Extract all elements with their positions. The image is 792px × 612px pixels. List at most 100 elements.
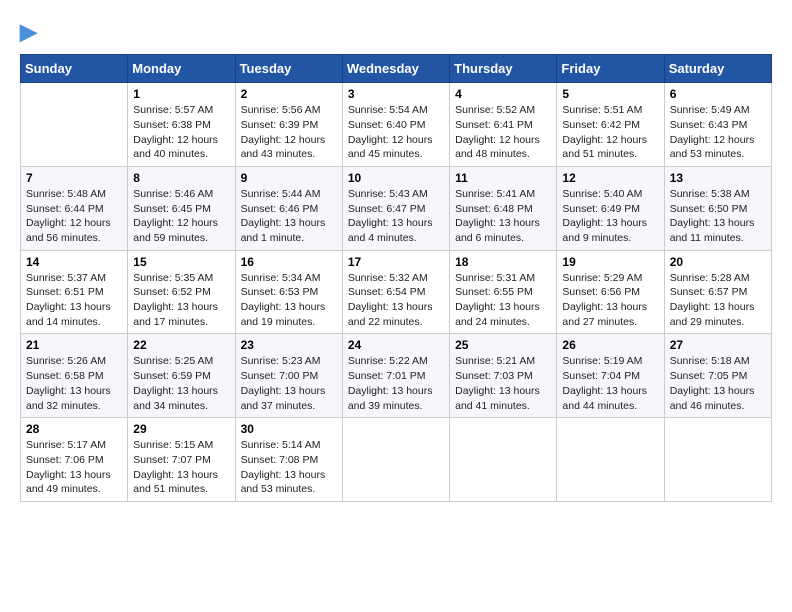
calendar-cell: 24Sunrise: 5:22 AMSunset: 7:01 PMDayligh…	[342, 334, 449, 418]
sun-info: Sunrise: 5:40 AMSunset: 6:49 PMDaylight:…	[562, 187, 658, 246]
cell-content: 1Sunrise: 5:57 AMSunset: 6:38 PMDaylight…	[133, 87, 229, 162]
cell-content: 10Sunrise: 5:43 AMSunset: 6:47 PMDayligh…	[348, 171, 444, 246]
day-number: 25	[455, 338, 551, 352]
calendar-cell: 29Sunrise: 5:15 AMSunset: 7:07 PMDayligh…	[128, 418, 235, 502]
calendar-cell: 3Sunrise: 5:54 AMSunset: 6:40 PMDaylight…	[342, 83, 449, 167]
day-number: 22	[133, 338, 229, 352]
day-number: 8	[133, 171, 229, 185]
calendar-body: 1Sunrise: 5:57 AMSunset: 6:38 PMDaylight…	[21, 83, 772, 502]
sun-info: Sunrise: 5:22 AMSunset: 7:01 PMDaylight:…	[348, 354, 444, 413]
calendar-cell: 8 Sunrise: 5:46 AMSunset: 6:45 PMDaylight…	[128, 166, 235, 250]
sun-info: Sunrise: 5:32 AMSunset: 6:54 PMDaylight:…	[348, 271, 444, 330]
day-number: 18	[455, 255, 551, 269]
day-number: 29	[133, 422, 229, 436]
calendar-cell: 30Sunrise: 5:14 AMSunset: 7:08 PMDayligh…	[235, 418, 342, 502]
day-number: 9	[241, 171, 337, 185]
cell-content: 17Sunrise: 5:32 AMSunset: 6:54 PMDayligh…	[348, 255, 444, 330]
column-header-monday: Monday	[128, 55, 235, 83]
day-number: 5	[562, 87, 658, 101]
calendar-cell: 20 Sunrise: 5:28 AMSunset: 6:57 PMDayligh…	[664, 250, 771, 334]
sun-info: Sunrise: 5:52 AMSunset: 6:41 PMDaylight:…	[455, 103, 551, 162]
cell-content: 22 Sunrise: 5:25 AMSunset: 6:59 PMDayligh…	[133, 338, 229, 413]
cell-content: 7 Sunrise: 5:48 AMSunset: 6:44 PMDaylight…	[26, 171, 122, 246]
logo-bird-icon: ▶	[20, 19, 37, 44]
calendar-week-3: 14Sunrise: 5:37 AMSunset: 6:51 PMDayligh…	[21, 250, 772, 334]
sun-info: Sunrise: 5:21 AMSunset: 7:03 PMDaylight:…	[455, 354, 551, 413]
calendar-cell	[21, 83, 128, 167]
calendar-cell	[342, 418, 449, 502]
calendar-week-1: 1Sunrise: 5:57 AMSunset: 6:38 PMDaylight…	[21, 83, 772, 167]
calendar-cell: 11 Sunrise: 5:41 AMSunset: 6:48 PMDayligh…	[450, 166, 557, 250]
cell-content: 16 Sunrise: 5:34 AMSunset: 6:53 PMDayligh…	[241, 255, 337, 330]
cell-content: 12 Sunrise: 5:40 AMSunset: 6:49 PMDayligh…	[562, 171, 658, 246]
calendar-cell: 23 Sunrise: 5:23 AMSunset: 7:00 PMDayligh…	[235, 334, 342, 418]
calendar-table: SundayMondayTuesdayWednesdayThursdayFrid…	[20, 54, 772, 502]
sun-info: Sunrise: 5:28 AMSunset: 6:57 PMDaylight:…	[670, 271, 766, 330]
sun-info: Sunrise: 5:48 AMSunset: 6:44 PMDaylight:…	[26, 187, 122, 246]
cell-content: 23 Sunrise: 5:23 AMSunset: 7:00 PMDayligh…	[241, 338, 337, 413]
column-header-thursday: Thursday	[450, 55, 557, 83]
day-number: 7	[26, 171, 122, 185]
day-number: 2	[241, 87, 337, 101]
cell-content: 21Sunrise: 5:26 AMSunset: 6:58 PMDayligh…	[26, 338, 122, 413]
day-number: 11	[455, 171, 551, 185]
day-number: 19	[562, 255, 658, 269]
cell-content: 29Sunrise: 5:15 AMSunset: 7:07 PMDayligh…	[133, 422, 229, 497]
calendar-cell: 5Sunrise: 5:51 AMSunset: 6:42 PMDaylight…	[557, 83, 664, 167]
sun-info: Sunrise: 5:29 AMSunset: 6:56 PMDaylight:…	[562, 271, 658, 330]
column-header-friday: Friday	[557, 55, 664, 83]
logo: ▶	[20, 20, 37, 44]
day-number: 20	[670, 255, 766, 269]
day-number: 10	[348, 171, 444, 185]
calendar-cell: 26 Sunrise: 5:19 AMSunset: 7:04 PMDayligh…	[557, 334, 664, 418]
calendar-cell	[557, 418, 664, 502]
calendar-cell: 15Sunrise: 5:35 AMSunset: 6:52 PMDayligh…	[128, 250, 235, 334]
sun-info: Sunrise: 5:38 AMSunset: 6:50 PMDaylight:…	[670, 187, 766, 246]
calendar-cell: 7 Sunrise: 5:48 AMSunset: 6:44 PMDaylight…	[21, 166, 128, 250]
sun-info: Sunrise: 5:54 AMSunset: 6:40 PMDaylight:…	[348, 103, 444, 162]
day-number: 28	[26, 422, 122, 436]
calendar-cell: 28 Sunrise: 5:17 AMSunset: 7:06 PMDayligh…	[21, 418, 128, 502]
day-number: 12	[562, 171, 658, 185]
sun-info: Sunrise: 5:44 AMSunset: 6:46 PMDaylight:…	[241, 187, 337, 246]
cell-content: 24Sunrise: 5:22 AMSunset: 7:01 PMDayligh…	[348, 338, 444, 413]
sun-info: Sunrise: 5:17 AMSunset: 7:06 PMDaylight:…	[26, 438, 122, 497]
calendar-cell: 14Sunrise: 5:37 AMSunset: 6:51 PMDayligh…	[21, 250, 128, 334]
cell-content: 27Sunrise: 5:18 AMSunset: 7:05 PMDayligh…	[670, 338, 766, 413]
calendar-cell: 17Sunrise: 5:32 AMSunset: 6:54 PMDayligh…	[342, 250, 449, 334]
calendar-cell: 12 Sunrise: 5:40 AMSunset: 6:49 PMDayligh…	[557, 166, 664, 250]
day-number: 23	[241, 338, 337, 352]
sun-info: Sunrise: 5:37 AMSunset: 6:51 PMDaylight:…	[26, 271, 122, 330]
cell-content: 18Sunrise: 5:31 AMSunset: 6:55 PMDayligh…	[455, 255, 551, 330]
cell-content: 8 Sunrise: 5:46 AMSunset: 6:45 PMDaylight…	[133, 171, 229, 246]
day-number: 1	[133, 87, 229, 101]
calendar-cell: 2 Sunrise: 5:56 AMSunset: 6:39 PMDaylight…	[235, 83, 342, 167]
calendar-cell: 1Sunrise: 5:57 AMSunset: 6:38 PMDaylight…	[128, 83, 235, 167]
sun-info: Sunrise: 5:34 AMSunset: 6:53 PMDaylight:…	[241, 271, 337, 330]
column-header-tuesday: Tuesday	[235, 55, 342, 83]
sun-info: Sunrise: 5:41 AMSunset: 6:48 PMDaylight:…	[455, 187, 551, 246]
sun-info: Sunrise: 5:18 AMSunset: 7:05 PMDaylight:…	[670, 354, 766, 413]
sun-info: Sunrise: 5:25 AMSunset: 6:59 PMDaylight:…	[133, 354, 229, 413]
calendar-cell: 18Sunrise: 5:31 AMSunset: 6:55 PMDayligh…	[450, 250, 557, 334]
cell-content: 25 Sunrise: 5:21 AMSunset: 7:03 PMDayligh…	[455, 338, 551, 413]
cell-content: 11 Sunrise: 5:41 AMSunset: 6:48 PMDayligh…	[455, 171, 551, 246]
calendar-cell: 4Sunrise: 5:52 AMSunset: 6:41 PMDaylight…	[450, 83, 557, 167]
day-number: 26	[562, 338, 658, 352]
day-number: 30	[241, 422, 337, 436]
sun-info: Sunrise: 5:19 AMSunset: 7:04 PMDaylight:…	[562, 354, 658, 413]
calendar-cell: 19 Sunrise: 5:29 AMSunset: 6:56 PMDayligh…	[557, 250, 664, 334]
cell-content: 5Sunrise: 5:51 AMSunset: 6:42 PMDaylight…	[562, 87, 658, 162]
calendar-cell: 21Sunrise: 5:26 AMSunset: 6:58 PMDayligh…	[21, 334, 128, 418]
day-number: 16	[241, 255, 337, 269]
calendar-cell: 16 Sunrise: 5:34 AMSunset: 6:53 PMDayligh…	[235, 250, 342, 334]
sun-info: Sunrise: 5:23 AMSunset: 7:00 PMDaylight:…	[241, 354, 337, 413]
sun-info: Sunrise: 5:46 AMSunset: 6:45 PMDaylight:…	[133, 187, 229, 246]
sun-info: Sunrise: 5:56 AMSunset: 6:39 PMDaylight:…	[241, 103, 337, 162]
calendar-week-4: 21Sunrise: 5:26 AMSunset: 6:58 PMDayligh…	[21, 334, 772, 418]
calendar-cell: 25 Sunrise: 5:21 AMSunset: 7:03 PMDayligh…	[450, 334, 557, 418]
cell-content: 3Sunrise: 5:54 AMSunset: 6:40 PMDaylight…	[348, 87, 444, 162]
calendar-cell: 9 Sunrise: 5:44 AMSunset: 6:46 PMDaylight…	[235, 166, 342, 250]
logo-text: ▶	[20, 20, 37, 44]
calendar-cell: 27Sunrise: 5:18 AMSunset: 7:05 PMDayligh…	[664, 334, 771, 418]
